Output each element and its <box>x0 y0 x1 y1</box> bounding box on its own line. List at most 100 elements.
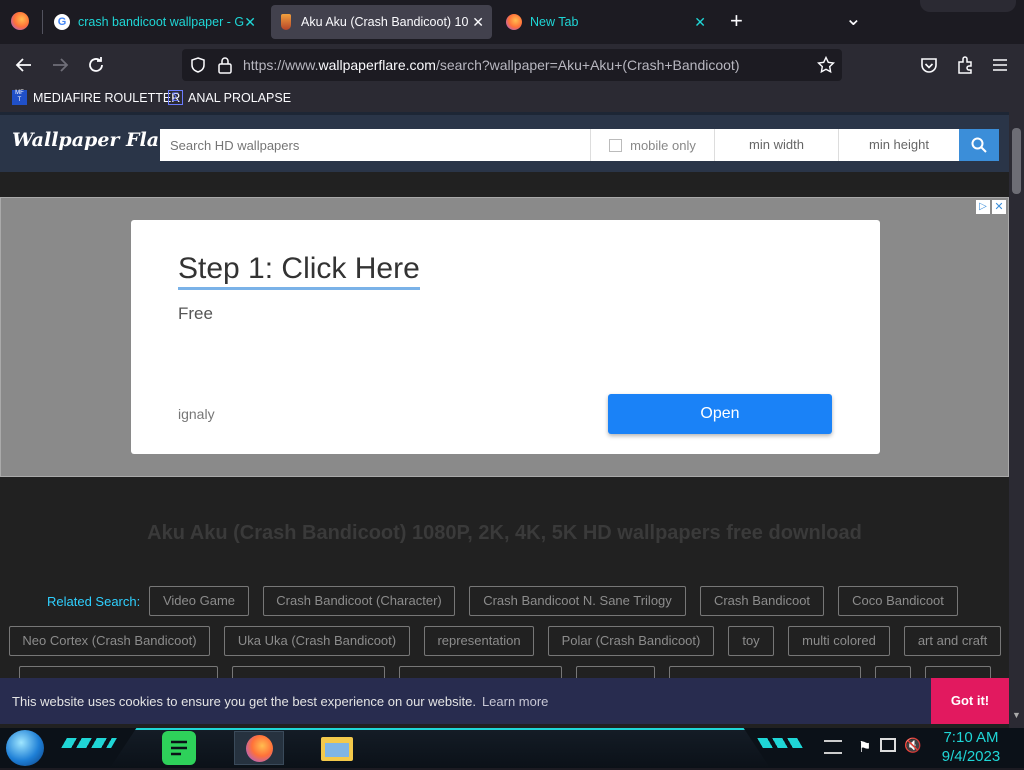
network-icon[interactable] <box>880 738 896 752</box>
related-tag[interactable]: Polar (Crash Bandicoot) <box>548 626 714 656</box>
tab-title: New Tab <box>530 15 579 29</box>
shield-icon <box>191 57 205 73</box>
related-tag[interactable]: Crash Bandicoot <box>700 586 824 616</box>
learn-more-link[interactable]: Learn more <box>482 694 548 709</box>
window-controls <box>920 0 1016 12</box>
search-button[interactable] <box>959 129 999 161</box>
taskbar-accent-left <box>61 738 117 748</box>
ad-card[interactable]: Step 1: Click Here Free ignaly Open <box>131 220 880 454</box>
advertisement: ▷ ✕ Step 1: Click Here Free ignaly Open <box>0 197 1009 477</box>
tab-strip: G crash bandicoot wallpaper - Go ✕ Aku A… <box>0 0 1024 44</box>
ad-subtitle: Free <box>178 304 213 323</box>
related-tag[interactable]: Video Game <box>149 586 249 616</box>
reload-button[interactable] <box>83 52 109 78</box>
bookmark-icon: Σ <box>168 90 183 105</box>
search-input[interactable] <box>160 129 590 161</box>
page-viewport: Wallpaper Flare mobile only min width mi… <box>0 112 1024 728</box>
tab-title: crash bandicoot wallpaper - Go <box>78 15 244 29</box>
system-clock[interactable]: 7:10 AM 9/4/2023 <box>936 728 1006 766</box>
new-tab-button[interactable]: + <box>730 9 743 33</box>
mediafire-icon: MF T <box>12 90 27 105</box>
related-tag[interactable]: Crash Bandicoot (Character) <box>263 586 455 616</box>
firefox-menu-icon[interactable] <box>11 12 29 30</box>
back-button[interactable] <box>11 52 37 78</box>
related-tag[interactable]: Crash Bandicoot N. Sane Trilogy <box>469 586 686 616</box>
file-explorer-icon[interactable] <box>320 731 354 765</box>
tab-google-search[interactable]: G crash bandicoot wallpaper - Go ✕ <box>48 5 264 39</box>
pocket-icon <box>921 58 937 73</box>
url-domain: wallpaperflare.com <box>318 57 436 73</box>
site-logo[interactable]: Wallpaper Flare <box>12 129 181 151</box>
page-scrollbar[interactable]: ▼ <box>1009 112 1024 728</box>
ad-close-icon[interactable]: ✕ <box>992 200 1006 214</box>
related-tag[interactable]: Coco Bandicoot <box>838 586 958 616</box>
star-bookmark-icon <box>817 56 835 74</box>
scroll-thumb[interactable] <box>1012 128 1021 194</box>
clock-time: 7:10 AM <box>943 729 999 746</box>
related-tag[interactable]: Uka Uka (Crash Bandicoot) <box>224 626 410 656</box>
tab-title: Aku Aku (Crash Bandicoot) 1080 <box>301 15 469 29</box>
taskbar-frame <box>110 728 770 768</box>
hamburger-menu-icon <box>993 59 1007 71</box>
close-icon[interactable]: ✕ <box>244 14 256 30</box>
related-tag[interactable]: art and craft <box>904 626 1001 656</box>
extensions-icon <box>958 56 972 74</box>
url-prefix: https://www. <box>243 57 319 73</box>
mobile-only-label: mobile only <box>630 137 696 153</box>
cookie-accept-button[interactable]: Got it! <box>931 678 1009 724</box>
checkbox-icon[interactable] <box>609 138 623 152</box>
tab-list-button[interactable]: ⌄ <box>845 6 862 31</box>
ad-open-button[interactable]: Open <box>608 394 832 434</box>
bookmark-mediafire[interactable]: MF T MEDIAFIRE ROULETTER <box>12 90 180 105</box>
flag-icon[interactable]: ⚑ <box>858 738 871 756</box>
url-path: /search?wallpaper=Aku+Aku+(Crash+Bandico… <box>435 57 740 73</box>
taskbar-accent-right <box>757 738 803 748</box>
close-icon[interactable]: ✕ <box>694 14 706 30</box>
bookmark-item[interactable]: Σ ANAL PROLAPSE <box>168 90 291 105</box>
site-favicon-icon <box>281 14 291 30</box>
min-width-field[interactable]: min width <box>714 129 838 161</box>
search-icon <box>971 137 987 153</box>
related-tag[interactable]: representation <box>424 626 534 656</box>
lock-icon <box>218 57 232 74</box>
related-tag[interactable]: Neo Cortex (Crash Bandicoot) <box>9 626 210 656</box>
related-search-label: Related Search: <box>47 594 141 609</box>
firefox-icon <box>506 14 522 30</box>
close-icon[interactable]: ✕ <box>472 14 484 30</box>
url-text: https://www.wallpaperflare.com/search?wa… <box>243 57 739 73</box>
site-header: Wallpaper Flare mobile only min width mi… <box>0 112 1009 172</box>
google-icon: G <box>54 14 70 30</box>
reload-icon <box>89 57 103 72</box>
arrow-right-icon <box>53 58 69 72</box>
taskbar: ⚑ 🔇 7:10 AM 9/4/2023 <box>0 728 1024 768</box>
arrow-left-icon <box>15 58 31 72</box>
cookie-text: This website uses cookies to ensure you … <box>12 694 548 709</box>
firefox-taskbar-icon[interactable] <box>234 731 284 765</box>
start-button-icon[interactable] <box>6 730 44 766</box>
tab-aku-aku[interactable]: Aku Aku (Crash Bandicoot) 1080 ✕ <box>271 5 492 39</box>
related-tag[interactable]: multi colored <box>788 626 890 656</box>
notes-app-icon[interactable] <box>162 731 196 765</box>
bookmark-label: ANAL PROLAPSE <box>188 90 292 105</box>
show-hidden-icons[interactable] <box>824 740 842 754</box>
ad-info-icon[interactable]: ▷ <box>976 200 990 214</box>
related-tag[interactable]: toy <box>728 626 774 656</box>
tab-new-tab[interactable]: New Tab ✕ <box>498 5 714 39</box>
bookmarks-toolbar: MF T MEDIAFIRE ROULETTER Σ ANAL PROLAPSE <box>0 86 1024 112</box>
clock-date: 9/4/2023 <box>941 748 1001 765</box>
forward-button[interactable] <box>47 52 73 78</box>
url-bar[interactable]: https://www.wallpaperflare.com/search?wa… <box>182 49 842 81</box>
volume-muted-icon[interactable]: 🔇 <box>904 737 921 754</box>
firefox-icon <box>246 735 273 762</box>
navigation-toolbar: https://www.wallpaperflare.com/search?wa… <box>0 44 1024 86</box>
mobile-only-checkbox[interactable]: mobile only <box>590 129 714 161</box>
scroll-down-icon[interactable]: ▼ <box>1012 710 1021 720</box>
ad-brand: ignaly <box>178 406 215 422</box>
ad-title[interactable]: Step 1: Click Here <box>178 252 420 290</box>
cookie-banner: This website uses cookies to ensure you … <box>0 678 1009 724</box>
tab-separator <box>42 10 43 34</box>
page-title: Aku Aku (Crash Bandicoot) 1080P, 2K, 4K,… <box>147 522 862 544</box>
min-height-field[interactable]: min height <box>838 129 959 161</box>
cookie-message: This website uses cookies to ensure you … <box>12 694 476 709</box>
bookmark-label: MEDIAFIRE ROULETTER <box>33 90 181 105</box>
